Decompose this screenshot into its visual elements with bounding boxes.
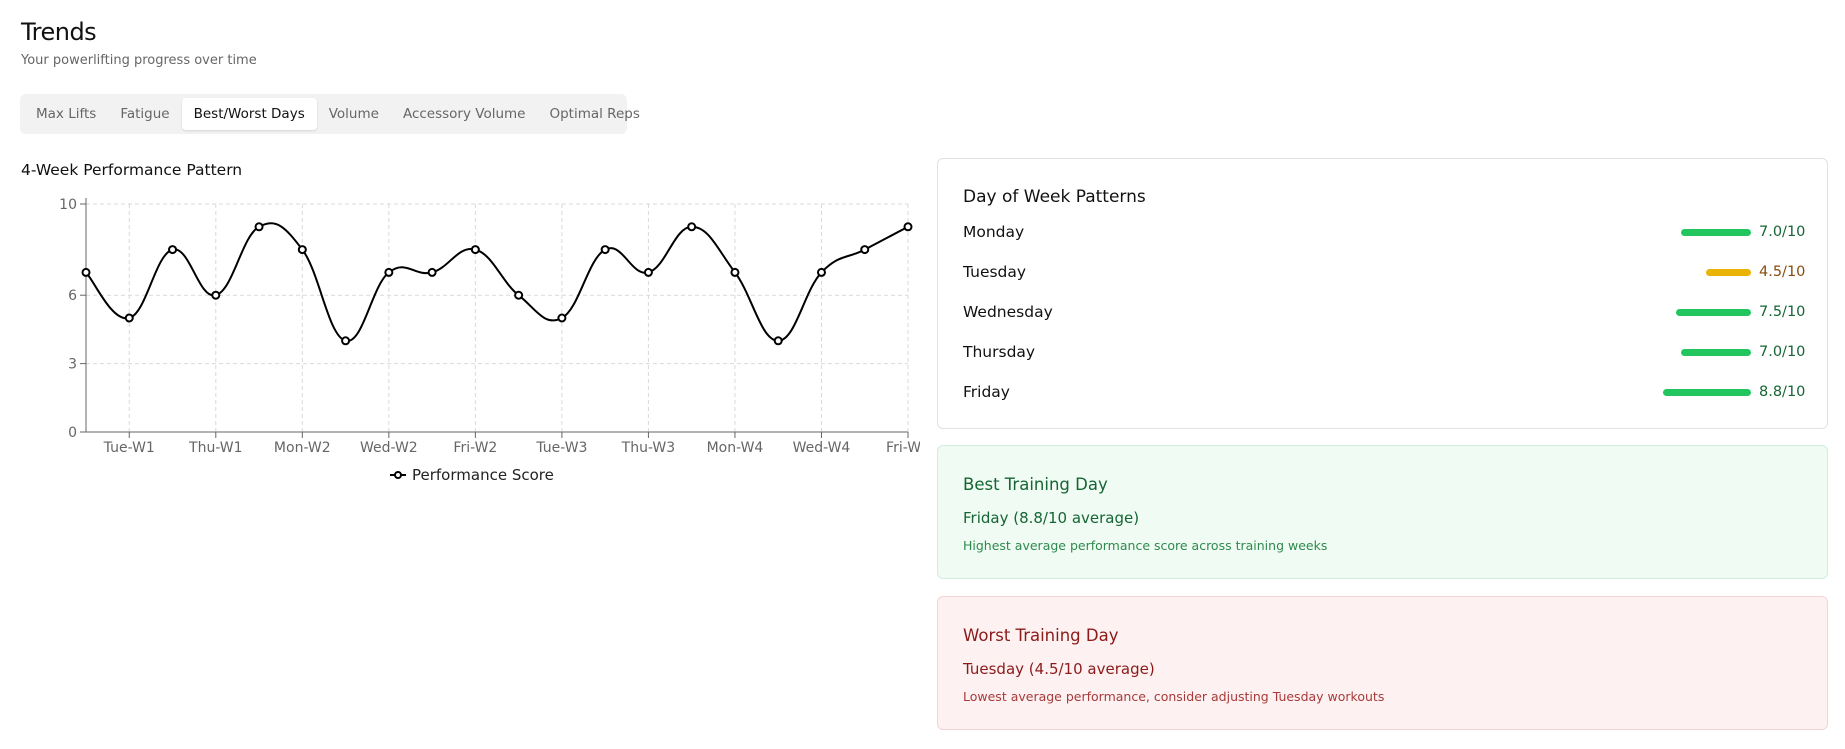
day-pattern-bar [1663,388,1751,396]
data-point [297,245,307,255]
data-point [903,222,913,232]
day-pattern-score: 8.8/10 [1759,384,1806,400]
page-subtitle: Your powerlifting progress over time [21,53,257,68]
data-point [514,290,524,300]
chart-title: 4-Week Performance Pattern [21,161,243,179]
legend-label: Performance Score [412,466,554,484]
data-point [427,267,437,277]
x-tick-label: Thu-W3 [621,440,676,456]
data-point [557,313,567,323]
day-pattern-score: 7.5/10 [1759,304,1806,320]
data-point [254,222,264,232]
tab-max-lifts[interactable]: Max Lifts [24,98,108,130]
data-point [730,267,740,277]
day-pattern-bar [1681,348,1751,356]
x-tick-label: Tue-W3 [535,440,587,456]
data-point [470,245,480,255]
best-day-value: Friday (8.8/10 average) [963,509,1140,527]
day-pattern-row: Monday 7.0/10 [963,220,1806,244]
x-tick-label: Mon-W2 [274,440,331,456]
worst-day-value: Tuesday (4.5/10 average) [963,660,1155,678]
y-tick-label: 0 [68,425,77,441]
day-pattern-score: 4.5/10 [1759,264,1806,280]
worst-day-title: Worst Training Day [963,626,1119,645]
best-day-title: Best Training Day [963,475,1108,494]
data-point [168,245,178,255]
day-pattern-bar [1706,268,1751,276]
data-point [341,336,351,346]
day-patterns-title: Day of Week Patterns [963,187,1146,207]
day-pattern-score-group: 7.0/10 [1681,224,1806,240]
performance-line-chart: 0 3 6 10 Tue-W1 Thu-W1 Mon-W2 Wed-W2 Fri-W2 Tue-W… [59,197,920,484]
day-pattern-name: Thursday [963,343,1036,361]
x-tick-label: Thu-W1 [188,440,243,456]
day-pattern-row: Wednesday 7.5/10 [963,300,1806,324]
worst-day-description: Lowest average performance, consider adj… [963,689,1385,704]
y-tick-label: 3 [68,357,77,373]
day-pattern-name: Friday [963,383,1010,401]
day-pattern-score-group: 7.5/10 [1676,304,1806,320]
trends-tabs: Max Lifts Fatigue Best/Worst Days Volume… [20,94,640,134]
x-tick-label: Mon-W4 [707,440,764,456]
day-pattern-score: 7.0/10 [1759,224,1806,240]
x-tick-label: Fri-W2 [453,440,497,456]
tab-accessory-volume[interactable]: Accessory Volume [391,98,538,130]
x-tick-label: Wed-W2 [360,440,418,456]
day-pattern-name: Wednesday [963,303,1053,321]
day-pattern-bar [1681,228,1751,236]
y-tick-label: 10 [59,197,77,213]
x-tick-label: Tue-W1 [103,440,155,456]
data-point [687,222,697,232]
day-pattern-bar [1676,308,1751,316]
performance-score-line [85,222,909,342]
best-training-day-card: Best Training Day Friday (8.8/10 average… [937,445,1828,579]
day-pattern-row: Thursday 7.0/10 [963,340,1806,364]
data-point [81,267,91,277]
tab-fatigue[interactable]: Fatigue [108,98,181,130]
data-point [643,267,653,277]
day-pattern-row: Friday 8.8/10 [963,380,1806,404]
day-pattern-score: 7.0/10 [1759,344,1806,360]
day-pattern-score-group: 7.0/10 [1681,344,1806,360]
day-pattern-name: Tuesday [963,263,1027,281]
day-pattern-row: Tuesday 4.5/10 [963,260,1806,284]
tab-volume[interactable]: Volume [317,98,391,130]
worst-training-day-card: Worst Training Day Tuesday (4.5/10 avera… [937,596,1828,730]
x-tick-label: Fri-W4 [886,440,920,456]
data-point [384,267,394,277]
data-point [211,290,221,300]
day-pattern-score-group: 8.8/10 [1663,384,1806,400]
tab-optimal-reps[interactable]: Optimal Reps [537,98,651,130]
data-point [773,336,783,346]
data-point [816,267,826,277]
legend-marker [394,471,402,479]
best-day-description: Highest average performance score across… [963,538,1328,553]
day-of-week-patterns-card: Day of Week Patterns Monday 7.0/10 Tuesday… [937,158,1828,429]
data-point [860,245,870,255]
day-pattern-score-group: 4.5/10 [1706,264,1806,280]
y-tick-label: 6 [68,288,77,304]
day-pattern-name: Monday [963,223,1025,241]
x-tick-label: Wed-W4 [793,440,851,456]
data-point [600,245,610,255]
tab-best-worst-days[interactable]: Best/Worst Days [181,98,317,130]
page-title: Trends [21,18,97,46]
data-point [124,313,134,323]
